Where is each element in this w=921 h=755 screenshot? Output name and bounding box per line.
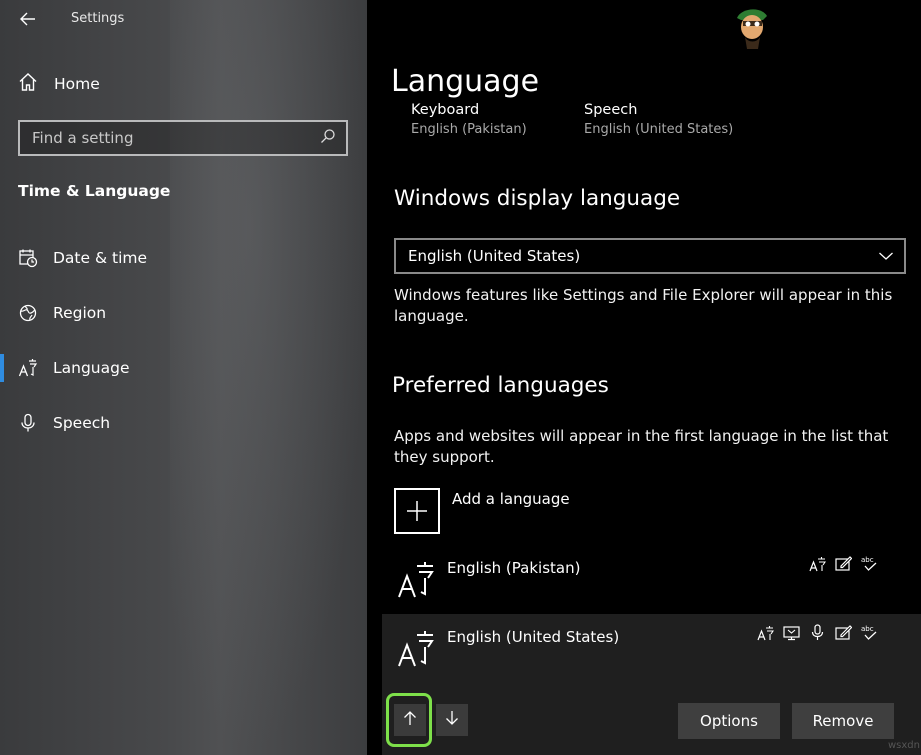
handwriting-icon [835, 624, 853, 641]
search-box[interactable] [18, 120, 348, 156]
arrow-down-icon [444, 710, 460, 730]
language-item-english-pakistan[interactable]: English (Pakistan) abc [382, 545, 921, 607]
add-language-label: Add a language [452, 490, 570, 508]
search-icon[interactable] [320, 128, 336, 148]
sidebar-item-label: Date & time [53, 249, 148, 267]
display-language-dropdown[interactable]: English (United States) [394, 238, 906, 274]
language-icon [18, 358, 38, 378]
app-title: Settings [71, 11, 125, 26]
move-down-button[interactable] [436, 704, 468, 736]
section-title: Time & Language [18, 182, 171, 200]
language-name: English (United States) [447, 628, 620, 646]
remove-button[interactable]: Remove [792, 703, 894, 739]
keyboard-title: Keyboard [411, 102, 480, 118]
text-to-speech-icon [757, 624, 775, 641]
language-name: English (Pakistan) [447, 559, 581, 577]
add-language-button[interactable]: Add a language [394, 488, 570, 534]
sidebar-item-speech[interactable]: Speech [0, 403, 367, 443]
display-language-icon [783, 624, 800, 641]
page-title: Language [391, 64, 540, 99]
keyboard-subtitle: English (Pakistan) [411, 122, 527, 137]
spellcheck-icon: abc [861, 624, 878, 641]
microphone-icon [18, 413, 38, 433]
back-arrow-icon[interactable] [17, 8, 39, 30]
appuals-logo-icon [729, 4, 773, 52]
arrow-up-icon [402, 710, 418, 730]
keyboard-setting[interactable]: Keyboard English (Pakistan) [411, 102, 527, 137]
main-content: Language Keyboard English (Pakistan) Spe… [367, 0, 921, 755]
speech-subtitle: English (United States) [584, 122, 734, 137]
nav-home[interactable]: Home [18, 70, 100, 98]
sidebar-item-label: Language [53, 359, 130, 377]
svg-text:abc: abc [861, 625, 874, 633]
move-up-button[interactable] [394, 704, 426, 736]
speech-setting[interactable]: Speech English (United States) [584, 102, 733, 137]
home-icon [18, 72, 38, 96]
spellcheck-icon: abc [861, 555, 878, 572]
preferred-languages-description: Apps and websites will appear in the fir… [394, 427, 889, 466]
speech-recognition-icon [809, 624, 826, 641]
search-input[interactable] [32, 129, 302, 147]
calendar-clock-icon [18, 248, 38, 268]
options-button[interactable]: Options [678, 703, 780, 739]
chevron-down-icon [878, 247, 894, 265]
selected-indicator [0, 354, 4, 382]
sidebar-item-label: Region [53, 304, 107, 322]
sidebar-item-label: Speech [53, 414, 111, 432]
sidebar-item-language[interactable]: Language [0, 348, 367, 388]
nav-home-label: Home [54, 75, 100, 93]
sidebar-item-date-time[interactable]: Date & time [0, 238, 367, 278]
plus-icon [394, 488, 440, 534]
language-icon [398, 629, 436, 667]
handwriting-icon [835, 555, 853, 572]
speech-title: Speech [584, 102, 638, 118]
watermark-text: wsxdn.com [888, 740, 921, 751]
preferred-languages-heading: Preferred languages [392, 373, 609, 398]
language-icon [398, 560, 436, 598]
svg-text:abc: abc [861, 556, 874, 564]
globe-icon [18, 303, 38, 323]
sidebar-item-region[interactable]: Region [0, 293, 367, 333]
text-to-speech-icon [809, 555, 827, 572]
display-language-description: Windows features like Settings and File … [394, 286, 893, 325]
language-features: abc [757, 624, 878, 641]
dropdown-value: English (United States) [408, 247, 581, 265]
language-features: abc [809, 555, 878, 572]
display-language-heading: Windows display language [394, 186, 681, 211]
sidebar: Settings Home Time & Language Date & tim… [0, 0, 367, 755]
